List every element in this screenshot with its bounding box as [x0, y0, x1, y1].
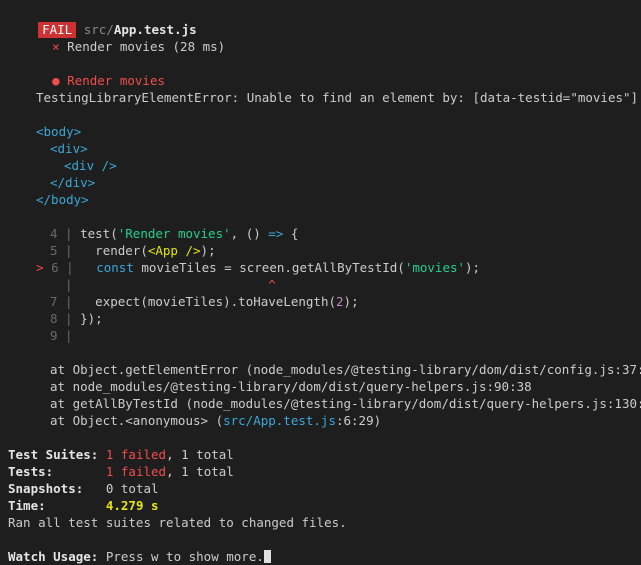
- test-file-header: FAIL src/App.test.js: [8, 4, 197, 38]
- dom-div-close: </div>: [50, 175, 96, 190]
- code-line-8: 8 | });: [50, 311, 103, 326]
- line-number: 5: [50, 243, 58, 258]
- line-number: 4: [50, 226, 58, 241]
- summary-time: Time: 4.279 s: [8, 498, 159, 513]
- failure-title: ● Render movies: [22, 55, 165, 88]
- code-line-9: 9 |: [50, 328, 73, 343]
- stack-frame: at Object.getElementError (node_modules/…: [50, 362, 641, 377]
- test-result-text: Render movies (28 ms): [67, 39, 226, 54]
- line-number: 7: [50, 294, 58, 309]
- terminal-output[interactable]: FAIL src/App.test.js × Render movies (28…: [0, 0, 641, 564]
- dom-div-open: <div>: [50, 141, 88, 156]
- stack-frame: at getAllByTestId (node_modules/@testing…: [50, 396, 641, 411]
- failure-title-text: Render movies: [67, 73, 166, 88]
- code-line-6: > 6 | const movieTiles = screen.getAllBy…: [36, 260, 481, 275]
- line-number: 8: [50, 311, 58, 326]
- fail-x-icon: ×: [52, 39, 60, 54]
- error-message: TestingLibraryElementError: Unable to fi…: [36, 90, 639, 105]
- code-line-5: 5 | render(<App />);: [50, 243, 216, 258]
- cursor-icon[interactable]: [263, 550, 271, 563]
- summary-tests: Tests: 1 failed, 1 total: [8, 464, 234, 479]
- code-caret-line: | ^: [50, 277, 276, 292]
- bullet-icon: ●: [52, 73, 60, 88]
- summary-snapshots: Snapshots: 0 total: [8, 481, 159, 496]
- dom-div-self: <div />: [64, 158, 117, 173]
- watch-usage: Watch Usage: Press w to show more.: [8, 548, 271, 565]
- stack-frame: at node_modules/@testing-library/dom/dis…: [50, 379, 532, 394]
- line-number: 9: [50, 328, 58, 343]
- summary-suites: Test Suites: 1 failed, 1 total: [8, 447, 234, 462]
- dom-body-open: <body>: [36, 124, 82, 139]
- caret-indicator: ^: [268, 277, 276, 292]
- dom-body-close: </body>: [36, 192, 89, 207]
- test-result-line: × Render movies (28 ms): [22, 21, 225, 54]
- line-number: 6: [51, 260, 59, 275]
- source-link[interactable]: src/App.test.js: [223, 413, 336, 428]
- code-line-4: 4 | test('Render movies', () => {: [50, 226, 299, 241]
- stack-frame: at Object.<anonymous> (src/App.test.js:6…: [50, 413, 382, 428]
- error-line-marker-icon: >: [36, 260, 44, 275]
- code-line-7: 7 | expect(movieTiles).toHaveLength(2);: [50, 294, 359, 309]
- summary-ran: Ran all test suites related to changed f…: [8, 515, 347, 530]
